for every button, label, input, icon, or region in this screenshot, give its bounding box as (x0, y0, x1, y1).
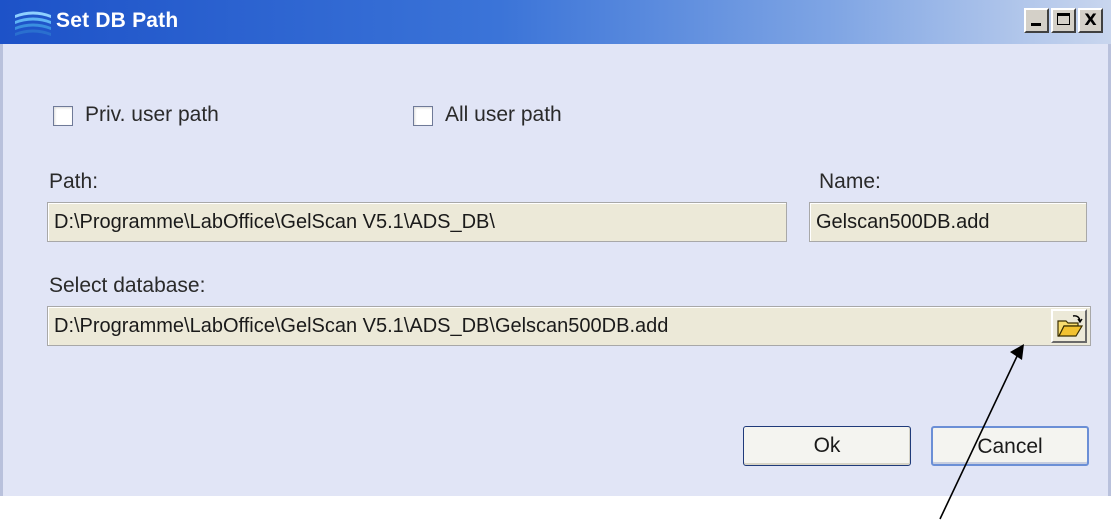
close-button[interactable]: X (1078, 8, 1103, 33)
app-icon (15, 11, 51, 36)
name-label: Name: (819, 170, 881, 193)
select-database-field[interactable]: D:\Programme\LabOffice\GelScan V5.1\ADS_… (47, 306, 1091, 346)
maximize-icon (1057, 13, 1070, 25)
window-controls: X (1022, 8, 1103, 33)
ok-button[interactable]: Ok (743, 426, 911, 466)
close-icon: X (1084, 10, 1097, 29)
path-field[interactable]: D:\Programme\LabOffice\GelScan V5.1\ADS_… (47, 202, 787, 242)
priv-user-path-checkbox[interactable] (53, 106, 73, 126)
path-label: Path: (49, 170, 99, 193)
open-folder-icon (1057, 315, 1084, 337)
priv-user-path-label: Priv. user path (85, 103, 219, 126)
window-title: Set DB Path (56, 9, 179, 32)
title-bar[interactable]: Set DB Path X (0, 0, 1111, 44)
maximize-button[interactable] (1051, 8, 1076, 33)
name-field[interactable]: Gelscan500DB.add (809, 202, 1087, 242)
browse-database-button[interactable] (1051, 309, 1087, 343)
set-db-path-dialog: Set DB Path X Priv. user path All user p… (0, 0, 1111, 496)
all-user-path-label: All user path (445, 103, 562, 126)
minimize-icon (1031, 23, 1041, 26)
minimize-button[interactable] (1024, 8, 1049, 33)
select-database-label: Select database: (49, 274, 206, 297)
dialog-body: Priv. user path All user path Path: D:\P… (0, 44, 1111, 496)
cancel-button[interactable]: Cancel (931, 426, 1089, 466)
all-user-path-checkbox[interactable] (413, 106, 433, 126)
